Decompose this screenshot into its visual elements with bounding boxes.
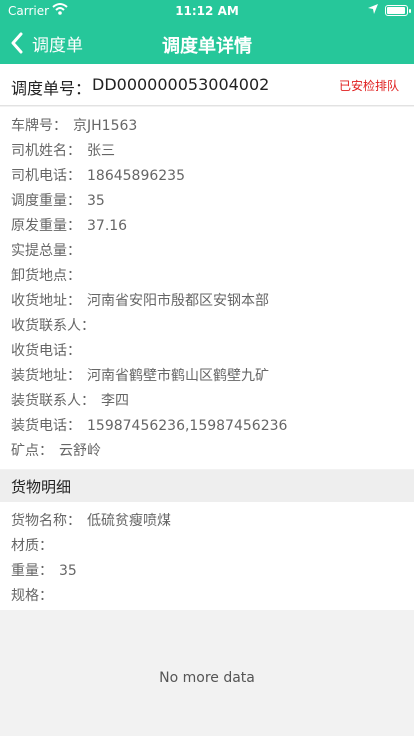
detail-row-driver-phone: 司机电话： 18645896235 — [11, 165, 185, 189]
detail-row-load-phone: 装货电话： 15987456236,15987456236 — [11, 415, 287, 439]
status-bar: Carrier 11:12 AM — [0, 0, 414, 22]
row-value: 35 — [87, 193, 105, 209]
row-label: 装货地址： — [11, 368, 81, 384]
detail-list: 车牌号： 京JH1563 司机姓名： 张三 司机电话： 18645896235 调度重… — [0, 107, 414, 469]
detail-row-receive-contact: 收货联系人： — [11, 315, 101, 339]
status-badge: 已安检排队 — [338, 79, 399, 93]
goods-row-material: 材质： — [11, 535, 59, 559]
order-number-label: 调度单号： — [11, 79, 92, 98]
detail-row-receive-address: 收货地址： 河南省安阳市殷都区安钢本部 — [11, 290, 269, 314]
detail-row-dispatch-weight: 调度重量： 35 — [11, 190, 105, 214]
goods-row-name: 货物名称： 低硫贫瘦喷煤 — [11, 510, 171, 534]
row-value: 37.16 — [87, 218, 128, 234]
detail-row-receive-phone: 收货电话： — [11, 340, 87, 364]
page-title: 调度单详情 — [162, 36, 252, 57]
battery-icon — [385, 5, 411, 16]
order-number-value: DD000000053004002 — [92, 75, 270, 94]
row-value: 河南省安阳市殷都区安钢本部 — [87, 293, 269, 309]
row-label: 司机电话： — [11, 168, 81, 184]
detail-row-unload-location: 卸货地点： — [11, 265, 87, 289]
detail-row-driver-name: 司机姓名： 张三 — [11, 140, 115, 164]
row-label: 司机姓名： — [11, 143, 81, 159]
row-label: 材质： — [11, 538, 53, 554]
location-arrow-icon — [367, 3, 379, 18]
status-time: 11:12 AM — [175, 4, 239, 18]
section-title: 货物明细 — [11, 478, 72, 496]
row-value: 李四 — [101, 393, 129, 409]
detail-row-mine: 矿点： 云舒岭 — [11, 440, 101, 464]
row-label: 实提总量： — [11, 243, 81, 259]
row-value: 低硫贫瘦喷煤 — [87, 513, 171, 529]
detail-row-load-contact: 装货联系人： 李四 — [11, 390, 129, 414]
row-label: 车牌号： — [11, 118, 67, 134]
row-label: 装货联系人： — [11, 393, 95, 409]
row-label: 重量： — [11, 563, 53, 579]
row-label: 收货电话： — [11, 343, 81, 359]
row-value: 18645896235 — [87, 168, 185, 184]
row-value: 35 — [59, 563, 77, 579]
row-label: 装货电话： — [11, 418, 81, 434]
nav-bar: 调度单 调度单详情 — [0, 22, 414, 64]
row-value: 15987456236,15987456236 — [87, 418, 288, 434]
row-label: 调度重量： — [11, 193, 81, 209]
row-value: 京JH1563 — [73, 118, 138, 134]
detail-row-actual-total: 实提总量： — [11, 240, 87, 264]
goods-section-header: 货物明细 — [0, 470, 414, 502]
detail-row-load-address: 装货地址： 河南省鹤壁市鹤山区鹤壁九矿 — [11, 365, 269, 389]
row-label: 矿点： — [11, 443, 53, 459]
row-label: 卸货地点： — [11, 268, 81, 284]
row-value: 河南省鹤壁市鹤山区鹤壁九矿 — [87, 368, 269, 384]
row-label: 货物名称： — [11, 513, 81, 529]
row-label: 原发重量： — [11, 218, 81, 234]
detail-row-original-weight: 原发重量： 37.16 — [11, 215, 127, 239]
order-number-bar: 调度单号： DD000000053004002 已安检排队 — [0, 64, 414, 106]
row-value: 张三 — [87, 143, 115, 159]
row-label: 收货地址： — [11, 293, 81, 309]
navigation-header: Carrier 11:12 AM 调度单 调度单详情 — [0, 0, 414, 64]
goods-list: 货物名称： 低硫贫瘦喷煤 材质： 重量： 35 规格： — [0, 502, 414, 610]
detail-row-plate: 车牌号： 京JH1563 — [11, 115, 137, 139]
goods-row-weight: 重量： 35 — [11, 560, 77, 584]
goods-row-spec: 规格： — [11, 585, 59, 609]
row-value: 云舒岭 — [59, 443, 101, 459]
row-label: 收货联系人： — [11, 318, 95, 334]
row-label: 规格： — [11, 588, 53, 604]
no-more-data-label: No more data — [159, 670, 255, 686]
